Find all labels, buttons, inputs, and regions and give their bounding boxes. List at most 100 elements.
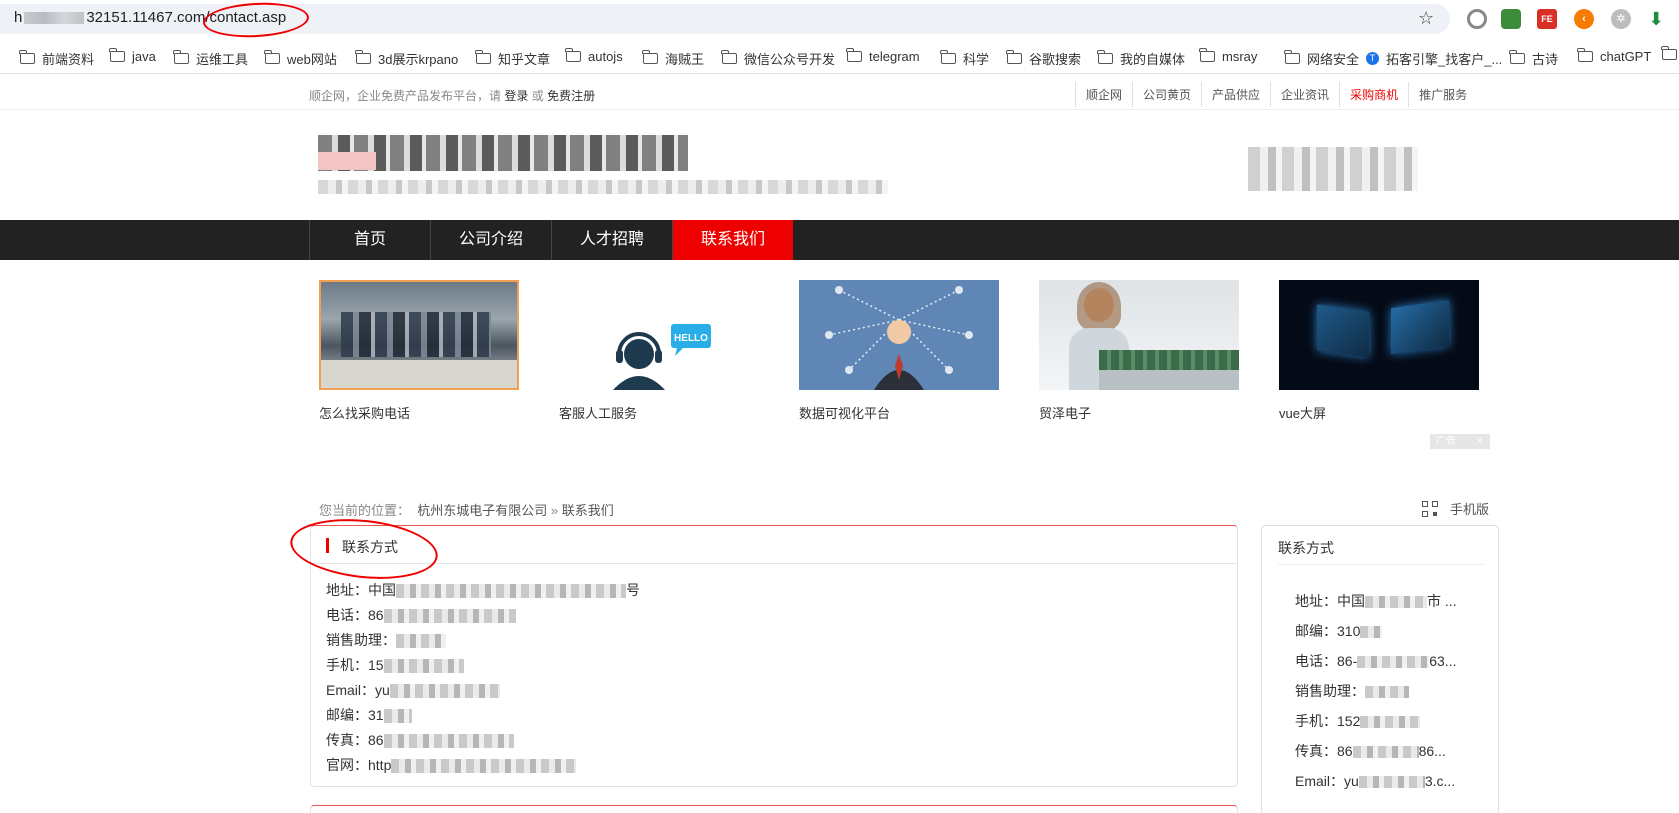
ad-item[interactable]: vue大屏 xyxy=(1279,280,1479,422)
sidebar-row-email: Email：yu 3.c... xyxy=(1295,773,1456,789)
bookmark-folder[interactable]: 运维工具 xyxy=(173,49,248,68)
main-nav: 首页 公司介绍 人才招聘 联系我们 xyxy=(0,220,1679,260)
headset-hello-icon[interactable]: HELLO xyxy=(559,280,759,390)
bookmark-link[interactable]: T 拓客引擎_找客户_... xyxy=(1366,49,1502,68)
nav-contact[interactable]: 联系我们 xyxy=(672,220,793,260)
contact-row-sales: 销售助理： xyxy=(326,628,1237,653)
sidebar-contact: 联系方式 地址：中国市 ... 邮编：310 电话：86- 63... 销售助理：… xyxy=(1261,525,1499,813)
bookmark-folder[interactable]: autojs xyxy=(565,48,623,64)
mobile-version-label: 手机版 xyxy=(1450,502,1490,517)
contact-row-website: 官网：http xyxy=(326,753,1237,778)
qrcode-icon xyxy=(1422,500,1438,517)
folder-icon xyxy=(1199,48,1215,62)
ad-item[interactable]: 数据可视化平台 xyxy=(799,280,999,422)
folder-icon xyxy=(1006,50,1022,64)
bookmark-star-icon[interactable]: ☆ xyxy=(1418,8,1434,29)
folder-icon xyxy=(1509,50,1525,64)
bookmark-folder[interactable]: 谷歌搜索 xyxy=(1006,49,1081,68)
extension-gray-icon[interactable]: ✲ xyxy=(1611,9,1631,29)
toplink-products[interactable]: 产品供应 xyxy=(1201,82,1270,107)
folder-icon xyxy=(19,50,35,64)
ad-caption[interactable]: 客服人工服务 xyxy=(559,403,759,422)
ad-badge[interactable]: 广告 ✕ xyxy=(1430,434,1490,449)
divider xyxy=(1278,564,1484,565)
mobile-version-link[interactable]: 手机版 xyxy=(1422,499,1489,518)
sidebar-title: 联系方式 xyxy=(1278,540,1334,556)
redacted-value xyxy=(1352,746,1419,759)
ad-image-lab[interactable] xyxy=(319,280,519,390)
redacted-value xyxy=(1358,776,1425,789)
folder-icon xyxy=(173,50,189,64)
folder-icon xyxy=(355,50,371,64)
ad-caption[interactable]: 怎么找采购电话 xyxy=(319,403,519,422)
website-link[interactable]: http xyxy=(368,757,391,773)
redacted-value xyxy=(383,734,514,749)
ad-caption[interactable]: 贸泽电子 xyxy=(1039,403,1239,422)
contact-details: 地址：中国号 电话：86 销售助理： 手机：15 Email：yu 邮编：31 … xyxy=(311,564,1237,778)
bookmark-folder[interactable]: chatGPT xyxy=(1577,48,1651,64)
extension-orange-icon[interactable]: ‹ xyxy=(1574,9,1594,29)
ad-caption[interactable]: 数据可视化平台 xyxy=(799,403,999,422)
bookmark-folder[interactable]: 微信公众号开发 xyxy=(721,49,835,68)
bookmark-folder[interactable]: web网站 xyxy=(264,49,337,68)
bookmark-folder[interactable]: telegram xyxy=(846,48,920,64)
bookmark-folder[interactable]: 海贼王 xyxy=(642,49,704,68)
company-logo-accent xyxy=(318,152,376,170)
sidebar-row-phone: 电话：86- 63... xyxy=(1295,653,1457,669)
toplink-promotion[interactable]: 推广服务 xyxy=(1408,82,1477,107)
folder-icon xyxy=(475,50,491,64)
ad-item[interactable]: 怎么找采购电话 xyxy=(319,280,519,422)
ad-image-dataviz[interactable] xyxy=(799,280,999,390)
ad-image-dashboard[interactable] xyxy=(1279,280,1479,390)
bookmark-folder[interactable]: 古诗 xyxy=(1509,49,1558,68)
extension-fe-icon[interactable]: FE xyxy=(1537,9,1557,29)
bookmark-folder[interactable]: 前端资料 xyxy=(19,49,94,68)
bookmark-folder[interactable] xyxy=(1661,46,1677,60)
contact-panel: 联系方式 地址：中国号 电话：86 销售助理： 手机：15 Email：yu 邮… xyxy=(310,525,1238,787)
bookmark-folder[interactable]: msray xyxy=(1199,48,1257,64)
folder-icon xyxy=(264,50,280,64)
redacted-value xyxy=(383,659,464,674)
folder-icon xyxy=(846,48,862,62)
contact-row-phone: 电话：86 xyxy=(326,603,1237,628)
welcome-text: 顺企网，企业免费产品发布平台，请 登录 或 免费注册 xyxy=(309,89,596,103)
hotline-redacted xyxy=(1248,147,1418,191)
login-link[interactable]: 登录 xyxy=(504,89,528,103)
breadcrumb-company-link[interactable]: 杭州东城电子有限公司 xyxy=(417,503,547,518)
folder-icon xyxy=(565,48,581,62)
nav-about[interactable]: 公司介绍 xyxy=(430,220,551,260)
toplink-yellowpages[interactable]: 公司黄页 xyxy=(1132,82,1201,107)
close-icon[interactable]: ✕ xyxy=(1476,434,1490,449)
toplink-shunqi[interactable]: 顺企网 xyxy=(1075,82,1132,107)
bookmark-folder[interactable]: 知乎文章 xyxy=(475,49,550,68)
redacted-value xyxy=(383,609,516,624)
extension-circle-icon[interactable] xyxy=(1467,9,1487,29)
download-icon[interactable]: ⬇ xyxy=(1646,9,1666,29)
extension-green-icon[interactable] xyxy=(1501,9,1521,29)
ad-item[interactable]: HELLO 客服人工服务 xyxy=(559,280,759,422)
redacted-value xyxy=(389,684,500,699)
toplink-purchase[interactable]: 采购商机 xyxy=(1339,82,1408,107)
redacted-value xyxy=(1360,626,1383,639)
tuoke-icon: T xyxy=(1366,52,1379,65)
bookmark-folder[interactable]: 网络安全 xyxy=(1284,49,1359,68)
folder-icon xyxy=(642,50,658,64)
ad-caption[interactable]: vue大屏 xyxy=(1279,403,1479,422)
sidebar-row-fax: 传真：86 86... xyxy=(1295,743,1446,759)
register-link[interactable]: 免费注册 xyxy=(547,89,595,103)
ad-item[interactable]: 贸泽电子 xyxy=(1039,280,1239,422)
company-slogan-redacted xyxy=(318,180,888,194)
sidebar-row-address: 地址：中国市 ... xyxy=(1295,593,1457,609)
bookmark-folder[interactable]: java xyxy=(109,48,156,64)
bookmark-folder[interactable]: 我的自媒体 xyxy=(1097,49,1185,68)
bookmarks-bar: 前端资料 java 运维工具 web网站 3d展示krpano 知乎文章 aut… xyxy=(0,40,1679,74)
ad-image-electronics[interactable] xyxy=(1039,280,1239,390)
redacted-value xyxy=(383,709,412,724)
redacted-value xyxy=(396,584,626,599)
toplink-news[interactable]: 企业资讯 xyxy=(1270,82,1339,107)
nav-home[interactable]: 首页 xyxy=(309,220,430,260)
contact-panel-header: 联系方式 xyxy=(311,526,1237,564)
bookmark-folder[interactable]: 3d展示krpano xyxy=(355,49,458,68)
nav-jobs[interactable]: 人才招聘 xyxy=(551,220,672,260)
bookmark-folder[interactable]: 科学 xyxy=(940,49,989,68)
